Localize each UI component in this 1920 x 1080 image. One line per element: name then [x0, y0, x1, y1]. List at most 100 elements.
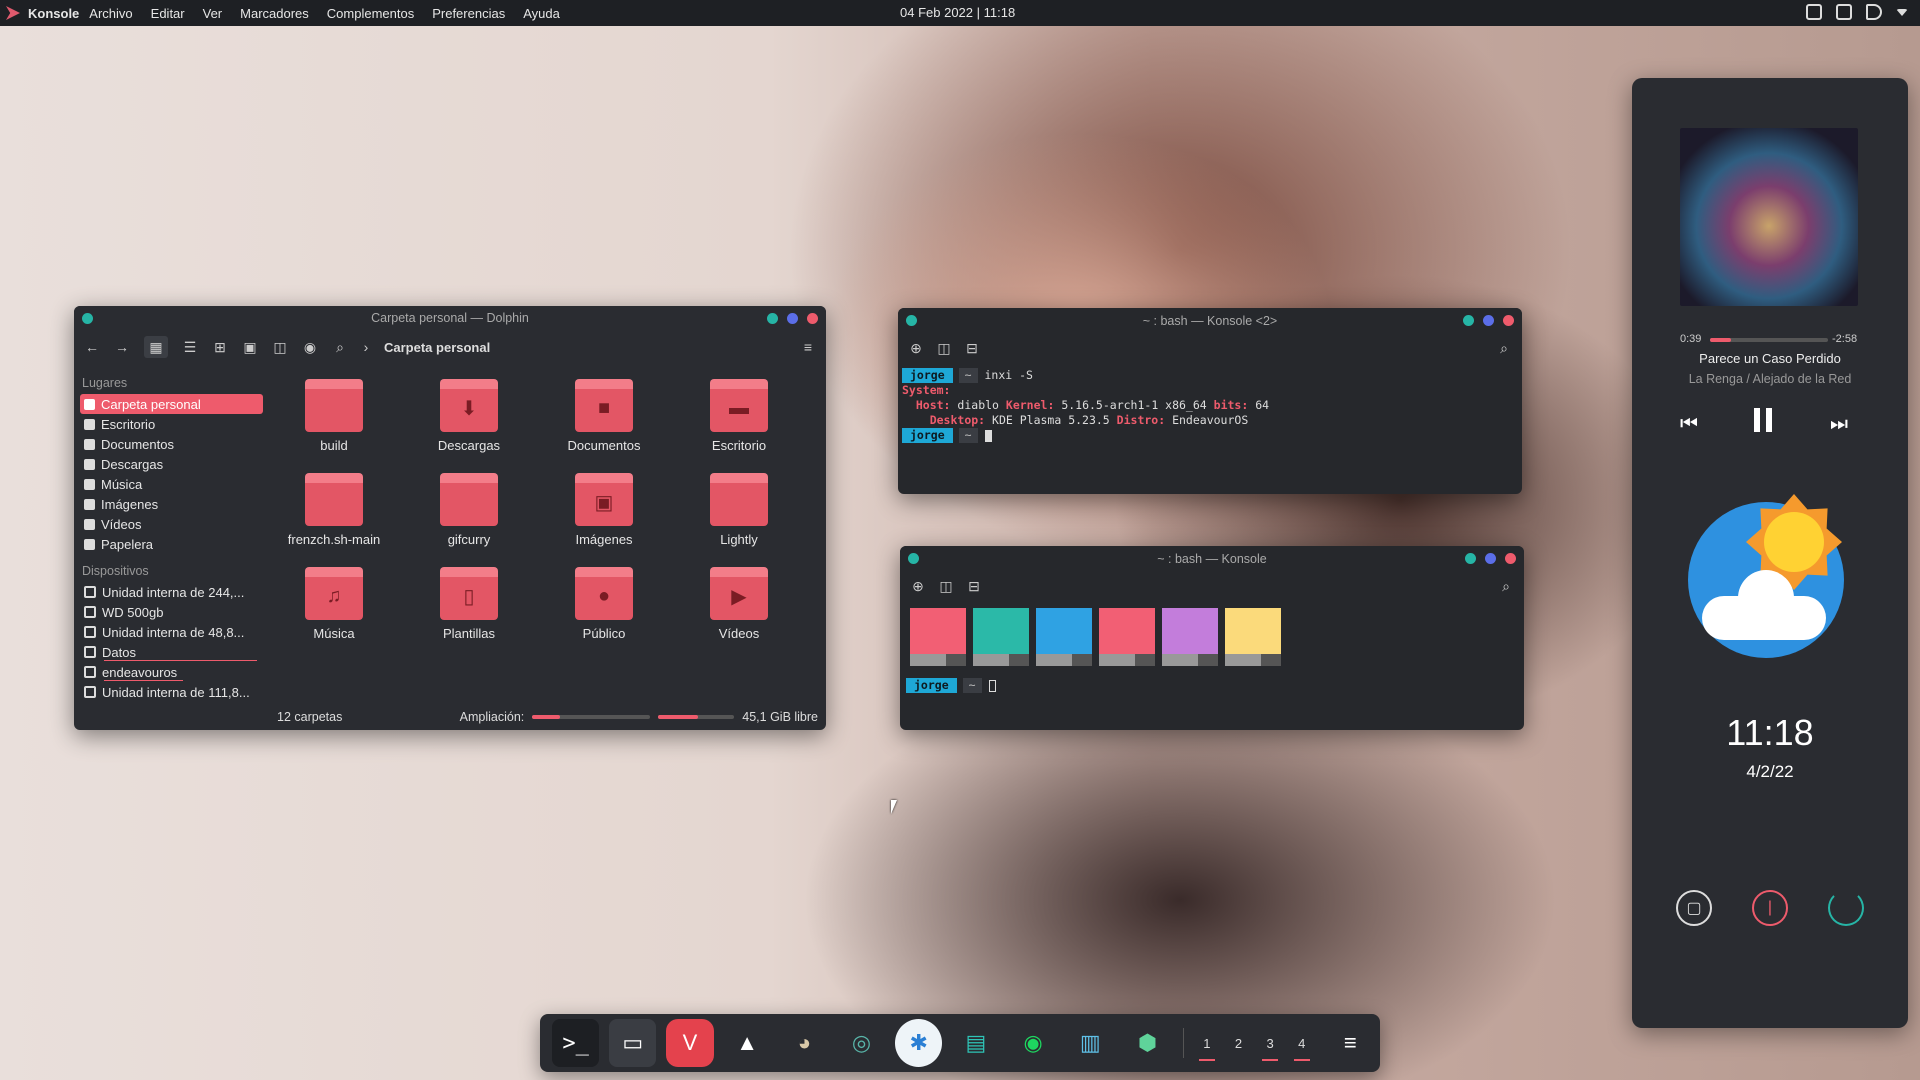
maximize-button[interactable]	[1485, 553, 1496, 564]
folder-musica[interactable]: ♫ Música	[279, 567, 389, 641]
folder-escritorio[interactable]: ▬ Escritorio	[684, 379, 794, 453]
workspace-3[interactable]: 3	[1259, 1036, 1281, 1061]
player-progress-bar[interactable]	[1710, 338, 1828, 342]
menu-archivo[interactable]: Archivo	[89, 6, 132, 21]
folder-lightly[interactable]: Lightly	[684, 473, 794, 547]
konsole-titlebar[interactable]: ~ : bash — Konsole	[900, 546, 1524, 572]
folder-frenzch[interactable]: frenzch.sh-main	[279, 473, 389, 547]
previous-track-icon[interactable]: ⏮	[1680, 413, 1698, 436]
workspace-2[interactable]: 2	[1228, 1036, 1250, 1051]
device-4[interactable]: Datos	[80, 642, 263, 662]
details-view-icon[interactable]: ☰	[182, 339, 198, 355]
place-desktop[interactable]: Escritorio	[80, 414, 263, 434]
close-button[interactable]	[807, 313, 818, 324]
weather-icon[interactable]	[1688, 494, 1844, 658]
preview-icon[interactable]: ▣	[242, 339, 258, 355]
icons-view-icon[interactable]: ▦	[144, 336, 168, 358]
top-clock[interactable]: 04 Feb 2022 | 11:18	[900, 5, 1015, 20]
forward-icon[interactable]: →	[114, 339, 130, 355]
menu-preferencias[interactable]: Preferencias	[432, 6, 505, 21]
device-2[interactable]: WD 500gb	[80, 602, 263, 622]
hamburger-menu-icon[interactable]: ≡	[800, 339, 816, 355]
menu-complementos[interactable]: Complementos	[327, 6, 414, 21]
place-home[interactable]: Carpeta personal	[80, 394, 263, 414]
device-5[interactable]: endeavouros	[80, 662, 263, 682]
breadcrumb[interactable]: Carpeta personal	[384, 340, 490, 355]
maximize-button[interactable]	[1483, 315, 1494, 326]
place-videos[interactable]: Vídeos	[80, 514, 263, 534]
split-horizontal-icon[interactable]: ⊟	[966, 578, 982, 594]
zoom-slider[interactable]	[532, 715, 651, 719]
inkscape-icon[interactable]: ▲	[724, 1019, 771, 1067]
folder-plantillas[interactable]: ▯ Plantillas	[414, 567, 524, 641]
menu-ver[interactable]: Ver	[203, 6, 223, 21]
menu-ayuda[interactable]: Ayuda	[523, 6, 560, 21]
pause-icon[interactable]	[1754, 408, 1772, 432]
search-icon[interactable]: ⌕	[1496, 340, 1512, 356]
split-horizontal-icon[interactable]: ⊟	[964, 340, 980, 356]
restart-icon[interactable]	[1828, 890, 1864, 926]
window-menu-button[interactable]	[82, 313, 93, 324]
terminal-output[interactable]: jorge ~ inxi -S System: Host: diablo Kern…	[898, 362, 1522, 449]
maximize-button[interactable]	[787, 313, 798, 324]
eye-icon[interactable]: ◉	[302, 339, 318, 355]
terminal-output[interactable]: jorge ~	[900, 672, 1524, 699]
new-tab-icon[interactable]: ⊕	[908, 340, 924, 356]
active-app-name[interactable]: Konsole	[28, 6, 79, 21]
search-icon[interactable]: ⌕	[332, 339, 348, 355]
place-music[interactable]: Música	[80, 474, 263, 494]
place-pictures[interactable]: Imágenes	[80, 494, 263, 514]
folder-build[interactable]: build	[279, 379, 389, 453]
back-icon[interactable]: ←	[84, 339, 100, 355]
split-vertical-icon[interactable]: ◫	[938, 578, 954, 594]
dolphin-titlebar[interactable]: Carpeta personal — Dolphin	[74, 306, 826, 330]
terminal-icon[interactable]: >_	[552, 1019, 600, 1067]
spotify-icon[interactable]: ◉	[1010, 1019, 1057, 1067]
menu-editar[interactable]: Editar	[151, 6, 185, 21]
place-documents[interactable]: Documentos	[80, 434, 263, 454]
device-1[interactable]: Unidad interna de 244,...	[80, 582, 263, 602]
minimize-button[interactable]	[1463, 315, 1474, 326]
disks-icon[interactable]: ▤	[952, 1019, 999, 1067]
device-3[interactable]: Unidad interna de 48,8...	[80, 622, 263, 642]
place-downloads[interactable]: Descargas	[80, 454, 263, 474]
device-6[interactable]: Unidad interna de 111,8...	[80, 682, 263, 702]
folder-descargas[interactable]: ⬇ Descargas	[414, 379, 524, 453]
gimp-icon[interactable]: ◕	[781, 1019, 828, 1067]
split-vertical-icon[interactable]: ◫	[936, 340, 952, 356]
tree-view-icon[interactable]: ⊞	[212, 339, 228, 355]
konsole2-titlebar[interactable]: ~ : bash — Konsole <2>	[898, 308, 1522, 334]
close-button[interactable]	[1503, 315, 1514, 326]
folder-documentos[interactable]: ■ Documentos	[549, 379, 659, 453]
chevron-down-icon[interactable]	[1896, 9, 1908, 16]
workspace-4[interactable]: 4	[1291, 1036, 1313, 1061]
folder-publico[interactable]: ● Público	[549, 567, 659, 641]
window-menu-button[interactable]	[908, 553, 919, 564]
menu-icon[interactable]: ≡	[1333, 1019, 1368, 1067]
browser-icon[interactable]: ✱	[895, 1019, 943, 1067]
volume-icon[interactable]	[1866, 4, 1882, 20]
close-button[interactable]	[1505, 553, 1516, 564]
search-icon[interactable]: ⌕	[1498, 578, 1514, 594]
power-icon[interactable]: |	[1752, 890, 1788, 926]
display-icon[interactable]	[1836, 4, 1852, 20]
split-view-icon[interactable]: ◫	[272, 339, 288, 355]
clipboard-icon[interactable]	[1806, 4, 1822, 20]
window-menu-button[interactable]	[906, 315, 917, 326]
reader-icon[interactable]: ▥	[1067, 1019, 1114, 1067]
menu-marcadores[interactable]: Marcadores	[240, 6, 309, 21]
minimize-button[interactable]	[767, 313, 778, 324]
vivaldi-icon[interactable]: V	[666, 1019, 714, 1067]
folder-imagenes[interactable]: ▣ Imágenes	[549, 473, 659, 547]
next-track-icon[interactable]: ⏭	[1830, 413, 1848, 436]
new-tab-icon[interactable]: ⊕	[910, 578, 926, 594]
workspace-1[interactable]: 1	[1196, 1036, 1218, 1061]
files-icon[interactable]: ▭	[609, 1019, 657, 1067]
vpn-icon[interactable]: ⬢	[1124, 1019, 1171, 1067]
minimize-button[interactable]	[1465, 553, 1476, 564]
place-trash[interactable]: Papelera	[80, 534, 263, 554]
folder-videos[interactable]: ▶ Vídeos	[684, 567, 794, 641]
tor-icon[interactable]: ◎	[838, 1019, 885, 1067]
folder-gifcurry[interactable]: gifcurry	[414, 473, 524, 547]
lock-icon[interactable]: ▢	[1676, 890, 1712, 926]
